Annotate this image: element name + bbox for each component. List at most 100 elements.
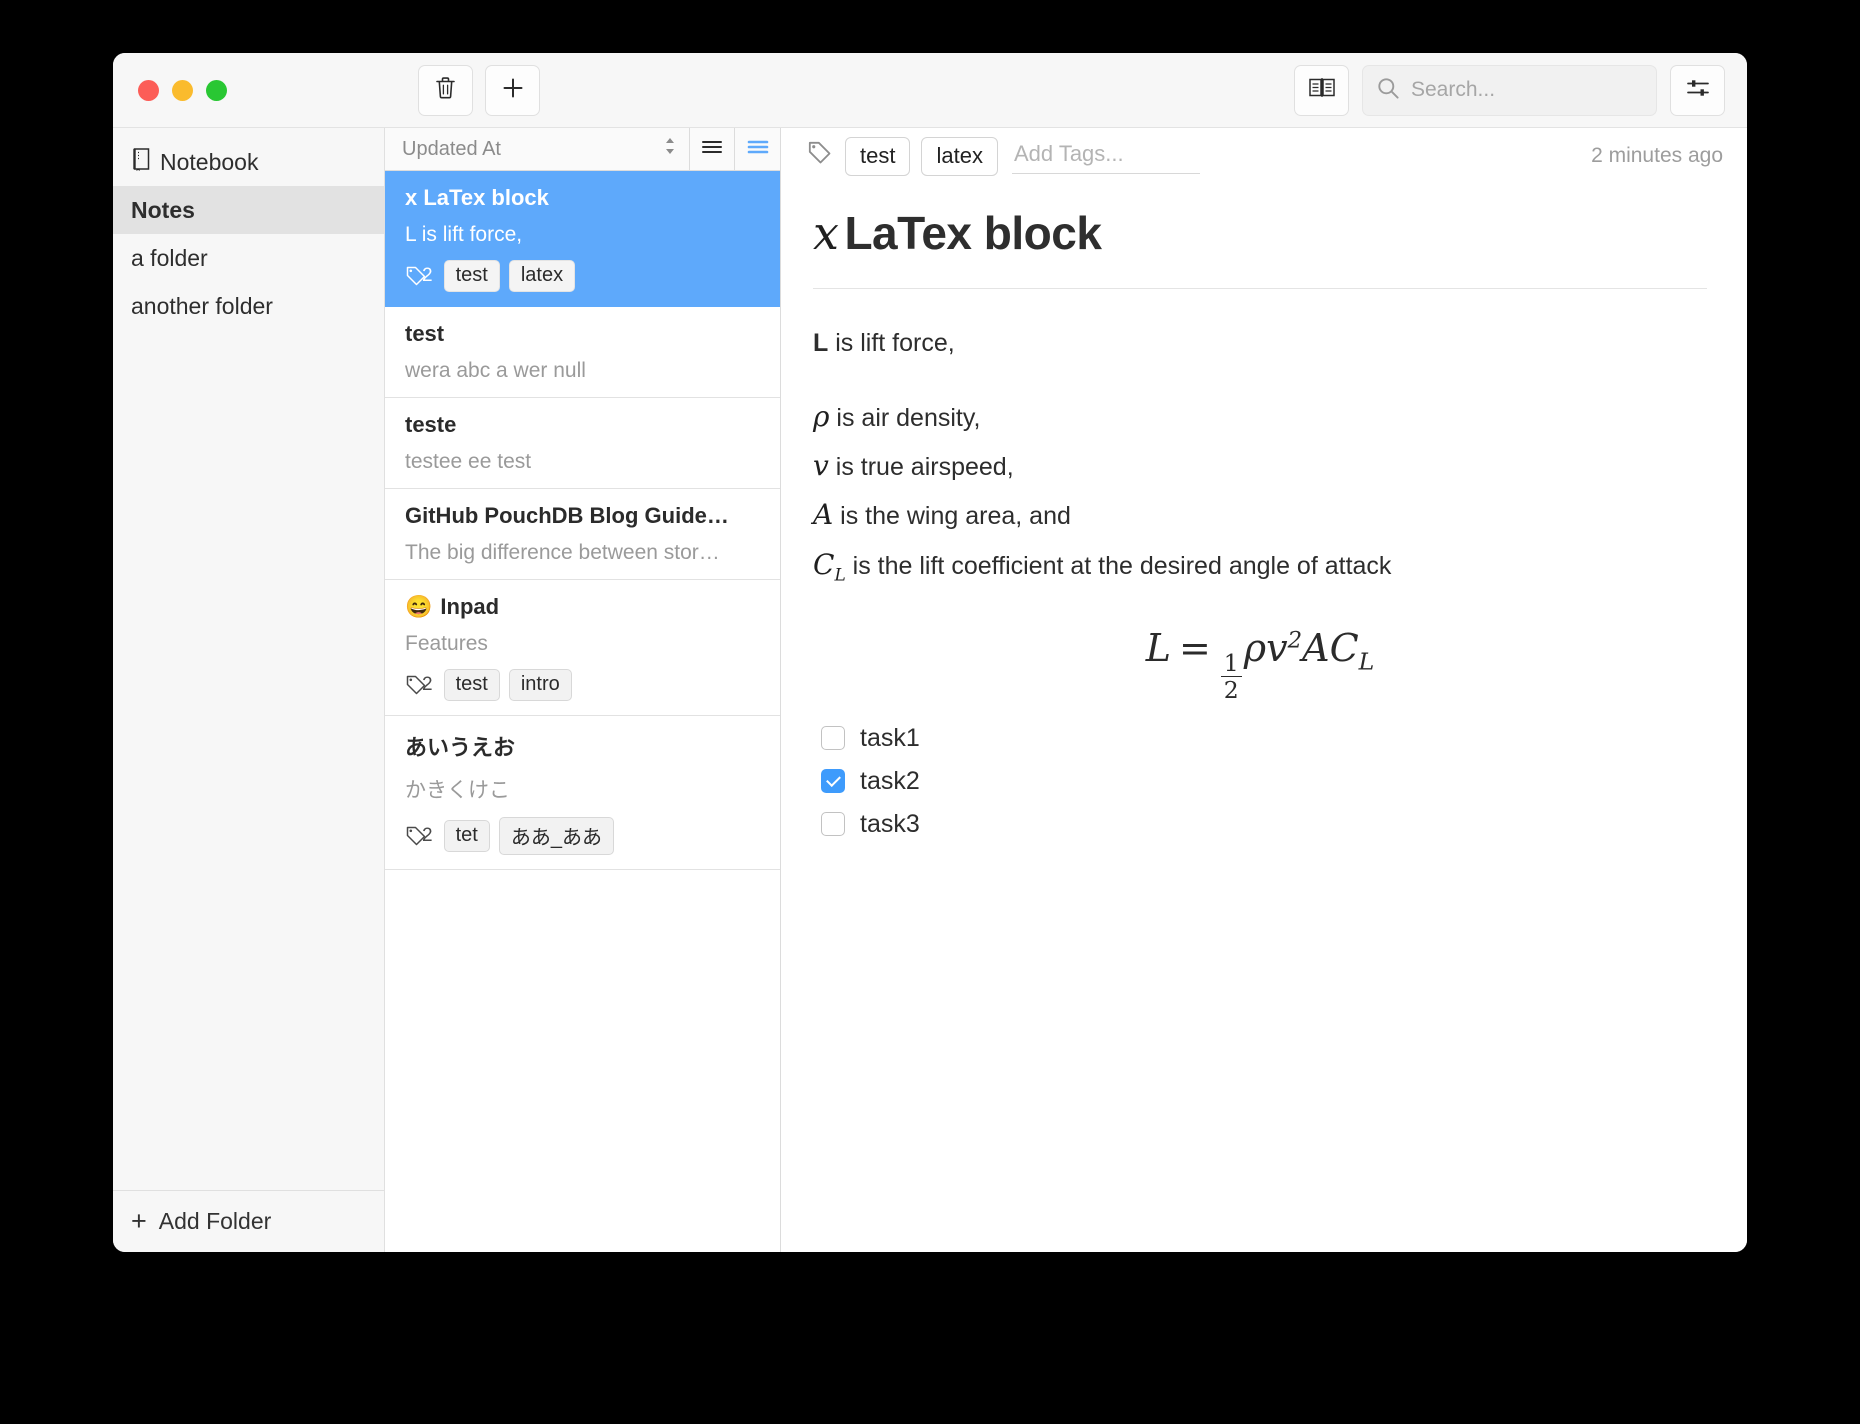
sidebar-item-another-folder[interactable]: another folder bbox=[113, 282, 384, 330]
sidebar-item-list: Notebook Notes a folder another folder bbox=[113, 128, 384, 1190]
symbol-rho: ρ bbox=[813, 399, 830, 433]
task-label: task3 bbox=[860, 809, 920, 838]
search-box[interactable] bbox=[1362, 64, 1657, 116]
note-item-preview: wera abc a wer null bbox=[405, 359, 586, 382]
paragraph-text: is the wing area, and bbox=[833, 502, 1071, 531]
plus-icon bbox=[501, 76, 525, 105]
note-tag-chip: test bbox=[443, 669, 500, 701]
note-list-item[interactable]: GitHub PouchDB Blog Guide… The big diffe… bbox=[385, 489, 780, 580]
note-list-item[interactable]: 😄 Inpad Features 2 test intro bbox=[385, 580, 780, 716]
editor-content[interactable]: x LaTex block L is lift force, ρ is air … bbox=[781, 184, 1747, 1252]
sort-chevrons-icon bbox=[663, 135, 677, 163]
sort-select-label: Updated At bbox=[402, 137, 501, 160]
paragraph-text: is the lift coefficient at the desired a… bbox=[845, 551, 1392, 580]
note-item-preview: testee ee test bbox=[405, 450, 532, 473]
note-list-header: Updated At bbox=[385, 128, 780, 171]
task-item[interactable]: task3 bbox=[821, 810, 1707, 839]
heading-math-x: x bbox=[813, 206, 839, 260]
task-item[interactable]: task1 bbox=[821, 724, 1707, 753]
task-checkbox[interactable] bbox=[821, 769, 845, 794]
note-item-tags: 2 tet ああ_ああ bbox=[405, 817, 760, 855]
note-tag-chip: tet bbox=[443, 820, 490, 852]
traffic-lights bbox=[138, 79, 227, 101]
note-list-item[interactable]: x LaTex block L is lift force, 2 test la… bbox=[385, 171, 780, 307]
toolbar-left-group bbox=[418, 64, 540, 116]
equation-C: C bbox=[1329, 625, 1359, 670]
heading-text: LaTex block bbox=[844, 207, 1102, 259]
note-item-tags: 2 test latex bbox=[405, 260, 760, 292]
settings-button[interactable] bbox=[1670, 64, 1725, 116]
note-item-title: x LaTex block bbox=[405, 185, 549, 210]
add-tags-input[interactable] bbox=[1011, 138, 1200, 174]
editor-tag-chip[interactable]: latex bbox=[921, 136, 998, 176]
editor-header: test latex 2 minutes ago bbox=[781, 128, 1747, 184]
note-tag-chip: intro bbox=[508, 669, 572, 701]
symbol-CL: CL bbox=[813, 547, 846, 586]
preview-mode-button[interactable] bbox=[1294, 64, 1349, 116]
app-window: Notebook Notes a folder another folder +… bbox=[113, 53, 1747, 1252]
tag-count-value: 2 bbox=[422, 265, 433, 286]
note-item-preview: Features bbox=[405, 632, 488, 655]
view-expanded-button[interactable] bbox=[735, 128, 780, 170]
paragraph-air-density: ρ is air density, bbox=[813, 394, 1707, 439]
sidebar-item-notebook[interactable]: Notebook bbox=[113, 138, 384, 186]
sidebar-item-label: another folder bbox=[131, 292, 273, 319]
notebook-icon bbox=[131, 147, 151, 177]
add-folder-label: Add Folder bbox=[158, 1208, 272, 1234]
app-body: Notebook Notes a folder another folder +… bbox=[113, 128, 1747, 1252]
sort-select[interactable]: Updated At bbox=[385, 128, 690, 170]
note-item-title: teste bbox=[405, 412, 457, 437]
sidebar-item-a-folder[interactable]: a folder bbox=[113, 234, 384, 282]
search-input[interactable] bbox=[1409, 77, 1642, 103]
note-tag-chip: ああ_ああ bbox=[498, 817, 614, 855]
paragraph-wing-area: A is the wing area, and bbox=[813, 492, 1707, 537]
delete-note-button[interactable] bbox=[418, 64, 473, 116]
view-compact-button[interactable] bbox=[690, 128, 735, 170]
minimize-window-button[interactable] bbox=[172, 79, 193, 101]
note-timestamp: 2 minutes ago bbox=[1591, 144, 1723, 167]
sidebar-item-label: Notebook bbox=[160, 148, 259, 175]
equation-exponent: 2 bbox=[1287, 627, 1303, 654]
task-item[interactable]: task2 bbox=[821, 767, 1707, 796]
task-checkbox[interactable] bbox=[821, 726, 845, 751]
equation-v: v bbox=[1266, 625, 1288, 670]
tag-count-value: 2 bbox=[422, 825, 433, 846]
zoom-window-button[interactable] bbox=[206, 79, 227, 101]
note-item-preview: The big difference between stor… bbox=[405, 541, 720, 564]
paragraph-true-airspeed: v is true airspeed, bbox=[813, 443, 1707, 488]
new-note-button[interactable] bbox=[485, 64, 540, 116]
symbol-A: A bbox=[813, 498, 834, 532]
note-list-item[interactable]: test wera abc a wer null bbox=[385, 307, 780, 398]
equation-fraction: 12 bbox=[1220, 651, 1242, 702]
task-label: task1 bbox=[860, 723, 920, 752]
sidebar-item-label: a folder bbox=[131, 244, 208, 271]
book-icon bbox=[1308, 77, 1335, 103]
paragraph-text: is lift force, bbox=[828, 329, 955, 357]
note-item-title: test bbox=[405, 321, 445, 346]
note-item-tags: 2 test intro bbox=[405, 669, 760, 701]
sidebar: Notebook Notes a folder another folder +… bbox=[113, 128, 385, 1252]
paragraph-text: is true airspeed, bbox=[828, 452, 1014, 481]
display-equation: L = 1 2 ρv2ACL bbox=[813, 626, 1707, 702]
toolbar-right-group bbox=[1294, 64, 1725, 116]
paragraph-lift-coefficient: CL is the lift coefficient at the desire… bbox=[813, 542, 1707, 590]
note-list-item[interactable]: あいうえお かきくけこ 2 tet ああ_ああ bbox=[385, 716, 780, 870]
editor-tag-chip[interactable]: test bbox=[845, 136, 911, 176]
sidebar-item-notes[interactable]: Notes bbox=[113, 186, 384, 234]
symbol-v: v bbox=[813, 448, 829, 482]
note-item-preview: L is lift force, bbox=[405, 223, 523, 246]
heading-divider bbox=[813, 288, 1707, 289]
symbol-L: L bbox=[813, 329, 829, 357]
task-checkbox[interactable] bbox=[821, 812, 845, 837]
note-item-title: 😄 Inpad bbox=[405, 594, 500, 619]
search-icon bbox=[1377, 77, 1399, 104]
paragraph-text: is air density, bbox=[829, 403, 981, 432]
note-list-item[interactable]: teste testee ee test bbox=[385, 398, 780, 489]
tag-count-value: 2 bbox=[422, 674, 433, 695]
title-bar bbox=[113, 53, 1747, 128]
task-label: task2 bbox=[860, 766, 920, 795]
close-window-button[interactable] bbox=[138, 79, 159, 101]
add-folder-button[interactable]: + Add Folder bbox=[113, 1190, 384, 1252]
note-item-preview: かきくけこ bbox=[405, 779, 510, 802]
equation-lhs: L bbox=[1145, 625, 1171, 670]
